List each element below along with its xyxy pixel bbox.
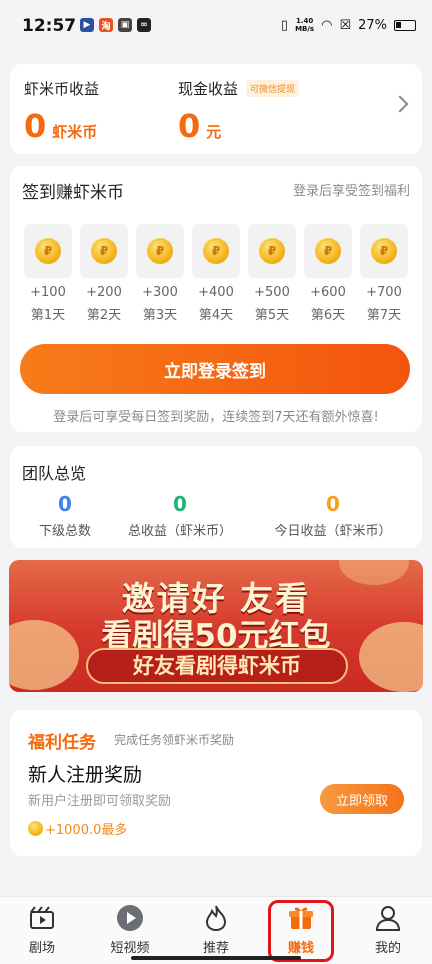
claim-button[interactable]: 立即领取 [320,784,404,814]
coin-icon: ₽ [35,238,61,264]
shrimp-earnings-label: 虾米币收益 [24,80,100,98]
earnings-card[interactable]: 虾米币收益 0 虾米币 现金收益 可微信提现 0 元 [10,64,422,154]
day-label: 第2天 [86,308,122,323]
tasks-title: 福利任务 [28,733,96,753]
team-overview-card: 团队总览 0 下级总数 0 总收益（虾米币） 0 今日收益（虾米币） [10,446,422,548]
net-speed-value: 1.40 [295,17,314,25]
signin-day: ₽ +300 第3天 [136,224,184,323]
shrimp-earnings: 虾米币收益 0 虾米币 [24,78,99,145]
link-app-icon: ∞ [137,18,151,32]
team-stat-total: 0 总收益（虾米币） [114,492,246,539]
coin-icon: ₽ [371,238,397,264]
welfare-tasks-card: 福利任务 完成任务领虾米币奖励 新人注册奖励 新用户注册即可领取奖励 +1000… [10,710,422,856]
vibrate-icon: ▯ [280,17,289,33]
signin-hint: 登录后享受签到福利 [292,184,410,199]
shrimp-earnings-unit: 虾米币 [52,123,98,141]
day-label: 第5天 [254,308,290,323]
coin-icon: ₽ [203,238,229,264]
theater-icon [27,903,57,933]
net-speed: 1.40 MB/s [295,17,314,33]
tab-recommend[interactable]: 推荐 [176,903,256,956]
coin-icon: ₽ [147,238,173,264]
invite-banner[interactable]: 邀请好 友看 看剧得50元红包 好友看剧得虾米币 [9,560,423,692]
wifi-icon: ◠ [321,17,333,33]
signin-day: ₽ +200 第2天 [80,224,128,323]
coin-icon: ₽ [315,238,341,264]
day-label: 第3天 [142,308,178,323]
day-reward: +300 [142,285,178,300]
day-label: 第1天 [30,308,66,323]
tab-theater[interactable]: 剧场 [2,903,82,956]
cash-earnings-value: 0 [178,107,201,145]
message-app-icon: ▣ [118,18,132,32]
task-name: 新人注册奖励 [28,764,143,786]
tab-label: 短视频 [110,941,150,956]
cash-earnings: 现金收益 可微信提现 0 元 [178,78,300,145]
tasks-subtitle: 完成任务领虾米币奖励 [114,733,235,747]
signin-days: ₽ +100 第1天 ₽ +200 第2天 ₽ +300 第3天 ₽ +400 … [24,224,408,323]
day-label: 第7天 [366,308,402,323]
signin-day: ₽ +500 第5天 [248,224,296,323]
day-label: 第4天 [198,308,234,323]
day-label: 第6天 [310,308,346,323]
coin-icon [28,821,43,836]
video-app-icon: ▶ [80,18,94,32]
coin-icon: ₽ [91,238,117,264]
clock: 12:57 [22,16,77,36]
tab-profile[interactable]: 我的 [348,903,428,956]
bottom-tab-bar: 剧场 短视频 推荐 赚钱 我的 [0,896,432,964]
team-stat-label: 今日收益（虾米币） [274,524,392,539]
team-stat-value: 0 [58,492,72,516]
signin-note: 登录后可享受每日签到奖励，连续签到7天还有额外惊喜! [53,410,379,425]
day-reward: +600 [310,285,346,300]
login-signin-button[interactable]: 立即登录签到 [20,344,410,394]
banner-caption: 好友看剧得虾米币 [86,648,348,684]
battery-icon [394,19,416,31]
chevron-right-icon[interactable] [391,95,409,113]
team-stat-value: 0 [173,492,187,516]
net-speed-unit: MB/s [295,25,315,33]
signin-day: ₽ +700 第7天 [360,224,408,323]
team-stat-subordinates: 0 下级总数 [24,492,106,539]
shrimp-earnings-value: 0 [24,107,47,145]
tab-short-video[interactable]: 短视频 [90,903,170,956]
team-stat-today: 0 今日收益（虾米币） [260,492,406,539]
home-indicator[interactable] [131,956,301,960]
signin-day: ₽ +600 第6天 [304,224,352,323]
tab-label: 剧场 [28,941,55,956]
day-reward: +500 [254,285,290,300]
signin-day: ₽ +100 第1天 [24,224,72,323]
person-icon [373,903,403,933]
notification-icons: ▶ 淘 ▣ ∞ [80,18,151,32]
tab-label: 我的 [374,941,401,956]
team-title: 团队总览 [22,464,87,483]
system-indicators: ▯ 1.40 MB/s ◠ ☒ 27% [281,17,416,33]
team-stat-label: 总收益（虾米币） [127,524,232,539]
task-reward-amount: +1000.0最多 [45,823,128,838]
team-stat-label: 下级总数 [38,524,91,539]
task-reward: +1000.0最多 [28,819,127,838]
shopping-app-icon: 淘 [99,18,113,32]
status-bar: 12:57 ▶ 淘 ▣ ∞ ▯ 1.40 MB/s ◠ ☒ 27% [0,0,432,52]
signin-card: 签到赚虾米币 登录后享受签到福利 ₽ +100 第1天 ₽ +200 第2天 ₽… [10,166,422,432]
sim-off-icon: ☒ [339,17,352,33]
cash-earnings-label: 现金收益 [178,80,239,98]
tab-label: 推荐 [202,941,229,956]
battery-percent: 27% [358,17,387,33]
wechat-withdraw-badge: 可微信提现 [246,80,300,97]
team-stat-value: 0 [326,492,340,516]
active-tab-highlight-box [268,900,334,962]
day-reward: +100 [30,285,66,300]
task-description: 新用户注册即可领取奖励 [28,794,172,809]
signin-day: ₽ +400 第4天 [192,224,240,323]
coin-icon: ₽ [259,238,285,264]
cash-earnings-unit: 元 [206,123,222,141]
play-icon [115,903,145,933]
day-reward: +700 [366,285,402,300]
flame-icon [201,903,231,933]
signin-title: 签到赚虾米币 [22,183,124,203]
day-reward: +400 [198,285,234,300]
day-reward: +200 [86,285,122,300]
